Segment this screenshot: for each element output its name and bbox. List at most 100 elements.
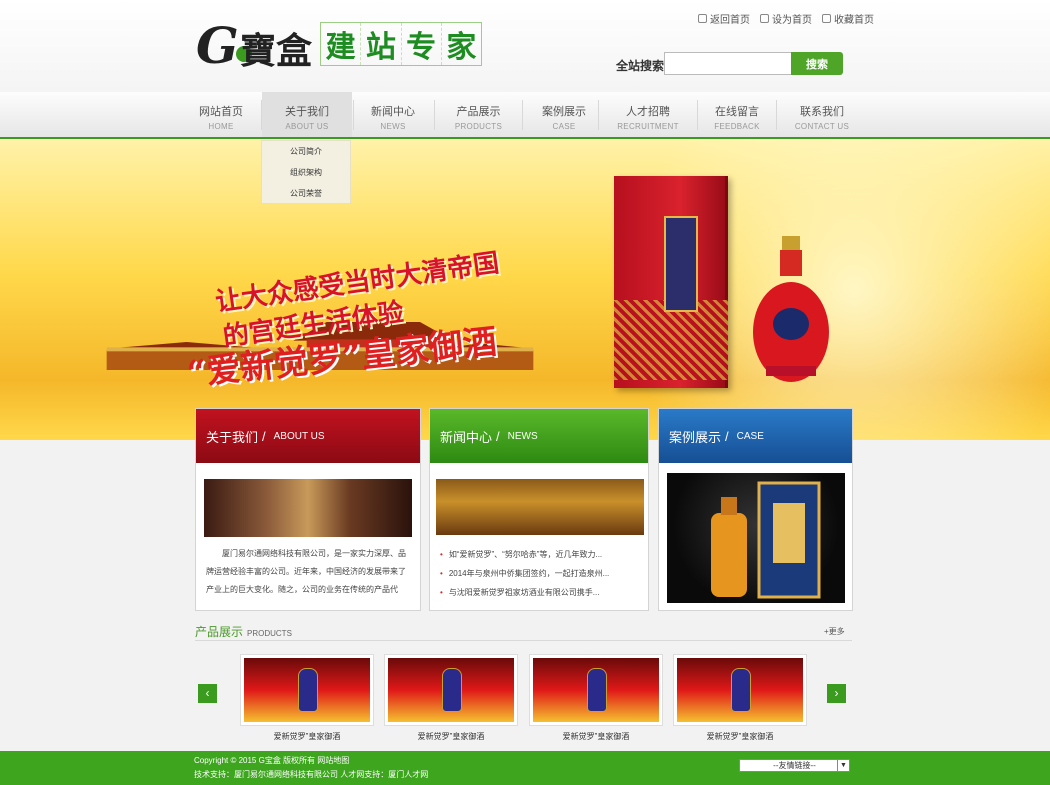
product-name[interactable]: 爱新觉罗”皇家御酒 [673, 731, 807, 742]
product-card[interactable] [673, 654, 807, 726]
nav-label: 人才招聘 [626, 106, 670, 118]
news-item[interactable]: 如“爱新觉罗”、“努尔哈赤”等，近几年致力... [440, 545, 640, 564]
submenu-org-structure[interactable]: 组织架构 [262, 163, 350, 183]
product-image [388, 658, 514, 722]
footer-tech-support: 技术支持：厦门易尔通网络科技有限公司 人才网支持：厦门人才网 [194, 770, 429, 779]
search-input[interactable] [664, 52, 792, 75]
nav-products[interactable]: 产品展示 PRODUCTS [436, 92, 521, 137]
nav-label: 产品展示 [456, 106, 501, 118]
about-submenu: 公司简介 组织架构 公司荣誉 [261, 140, 351, 204]
nav-news[interactable]: 新闻中心 NEWS [354, 92, 432, 137]
product-card[interactable] [529, 654, 663, 726]
nav-about[interactable]: 关于我们 ABOUT US [262, 92, 352, 137]
nav-label-en: HOME [208, 122, 234, 131]
news-card: 新闻中心/NEWS 如“爱新觉罗”、“努尔哈赤”等，近几年致力... 2014年… [429, 408, 649, 611]
nav-contact[interactable]: 联系我们 CONTACT US [780, 92, 864, 137]
search-label: 全站搜索: [616, 59, 668, 73]
set-home-icon [760, 14, 769, 23]
friend-links-label: --友情链接-- [773, 761, 816, 770]
products-title: 产品展示 PRODUCTS [195, 623, 292, 640]
back-home-link[interactable]: 返回首页 [698, 11, 750, 26]
nav-divider [697, 100, 698, 130]
nav-label: 新闻中心 [371, 106, 415, 118]
nav-label-en: RECRUITMENT [617, 122, 679, 131]
news-item[interactable]: 2014年与泉州中侨集团签约，一起打造泉州... [440, 564, 640, 583]
product-jar [587, 668, 607, 712]
nav-label: 联系我们 [800, 106, 844, 118]
bookmark-label: 收藏首页 [834, 15, 874, 26]
slogan-char: 专 [402, 23, 442, 65]
nav-label-en: FEEDBACK [714, 122, 760, 131]
about-header[interactable]: 关于我们 / ABOUT US [196, 409, 420, 463]
nav-label: 网站首页 [199, 106, 243, 118]
nav-case[interactable]: 案例展示 CASE [524, 92, 604, 137]
search-button[interactable]: 搜索 [791, 52, 843, 75]
product-name[interactable]: 爱新觉罗”皇家御酒 [384, 731, 518, 742]
news-title: 新闻中心 [440, 429, 493, 445]
case-product-illustration [711, 481, 821, 599]
submenu-company-honors[interactable]: 公司荣誉 [262, 184, 350, 204]
chevron-down-icon: ▼ [837, 760, 849, 771]
product-image [677, 658, 803, 722]
about-text: 厦门易尔通网络科技有限公司，是一家实力深厚、品牌运营经验丰富的公司。近年来，中国… [206, 549, 406, 594]
hero-banner[interactable]: “爱新觉罗”皇家御酒 让大众感受当时大清帝国 的宫廷生活体验 [0, 140, 1050, 440]
product-card[interactable] [240, 654, 374, 726]
about-card: 关于我们 / ABOUT US 厦门易尔通网络科技有限公司，是一家实力深厚、品牌运营… [195, 408, 421, 611]
footer-copyright: Copyright © 2015 G宝盒 版权所有 网站地图 [194, 756, 350, 765]
logo-letter: G [196, 16, 239, 75]
products-more-link[interactable]: +更多 [824, 626, 845, 637]
friend-links-select[interactable]: --友情链接-- ▼ [739, 759, 850, 772]
product-name[interactable]: 爱新觉罗”皇家御酒 [529, 731, 663, 742]
about-title-en: ABOUT US [273, 430, 325, 442]
nav-label: 在线留言 [715, 106, 759, 118]
case-header[interactable]: 案例展示 / CASE [659, 409, 852, 463]
about-title: 关于我们 [206, 429, 259, 445]
nav-home[interactable]: 网站首页 HOME [196, 92, 246, 137]
carousel-next-button[interactable]: › [827, 684, 846, 703]
header [0, 0, 1050, 92]
logo[interactable]: G 寶盒 建 站 专 家 [196, 14, 486, 75]
news-header[interactable]: 新闻中心 / NEWS [430, 409, 648, 463]
case-card: 案例展示 / CASE [658, 408, 853, 611]
news-list: 如“爱新觉罗”、“努尔哈赤”等，近几年致力... 2014年与泉州中侨集团签约，… [440, 545, 640, 602]
bookmark-link[interactable]: 收藏首页 [822, 11, 874, 26]
slogan-char: 站 [361, 23, 402, 65]
about-image [204, 479, 412, 537]
news-item[interactable]: 与沈阳爱新觉罗祖家坊酒业有限公司携手... [440, 583, 640, 602]
case-image[interactable] [667, 473, 845, 603]
carousel-prev-button[interactable]: ‹ [198, 684, 217, 703]
footer [0, 751, 1050, 785]
products-divider [195, 640, 852, 641]
logo-name: 寶盒 [240, 30, 313, 72]
bookmark-icon [822, 14, 831, 23]
nav-feedback[interactable]: 在线留言 FEEDBACK [700, 92, 774, 137]
nav-label: 案例展示 [542, 106, 586, 118]
slogan-char: 建 [321, 23, 362, 65]
product-box-label [664, 216, 698, 312]
nav-label-en: CASE [552, 122, 576, 131]
nav-divider [434, 100, 435, 130]
news-image [436, 479, 644, 535]
products-title-cn: 产品展示 [195, 625, 244, 639]
products-title-en: PRODUCTS [247, 629, 292, 638]
set-home-label: 设为首页 [772, 15, 812, 26]
submenu-company-intro[interactable]: 公司简介 [262, 142, 350, 162]
nav-label-en: ABOUT US [285, 122, 329, 131]
product-name[interactable]: 爱新觉罗”皇家御酒 [240, 731, 374, 742]
slogan-char: 家 [446, 30, 477, 65]
nav-label-en: NEWS [380, 122, 406, 131]
news-title-en: NEWS [507, 430, 538, 442]
product-box-pattern [614, 300, 728, 380]
nav-recruitment[interactable]: 人才招聘 RECRUITMENT [606, 92, 690, 137]
nav-label: 关于我们 [285, 106, 329, 118]
main-nav: 网站首页 HOME 关于我们 ABOUT US 新闻中心 NEWS 产品展示 PRODU… [0, 92, 1050, 139]
set-home-link[interactable]: 设为首页 [760, 11, 812, 26]
bottle-image [753, 236, 829, 382]
nav-divider [598, 100, 599, 130]
home-icon [698, 14, 707, 23]
product-card[interactable] [384, 654, 518, 726]
back-home-label: 返回首页 [710, 15, 750, 26]
product-jar [298, 668, 318, 712]
product-jar [442, 668, 462, 712]
product-jar [731, 668, 751, 712]
